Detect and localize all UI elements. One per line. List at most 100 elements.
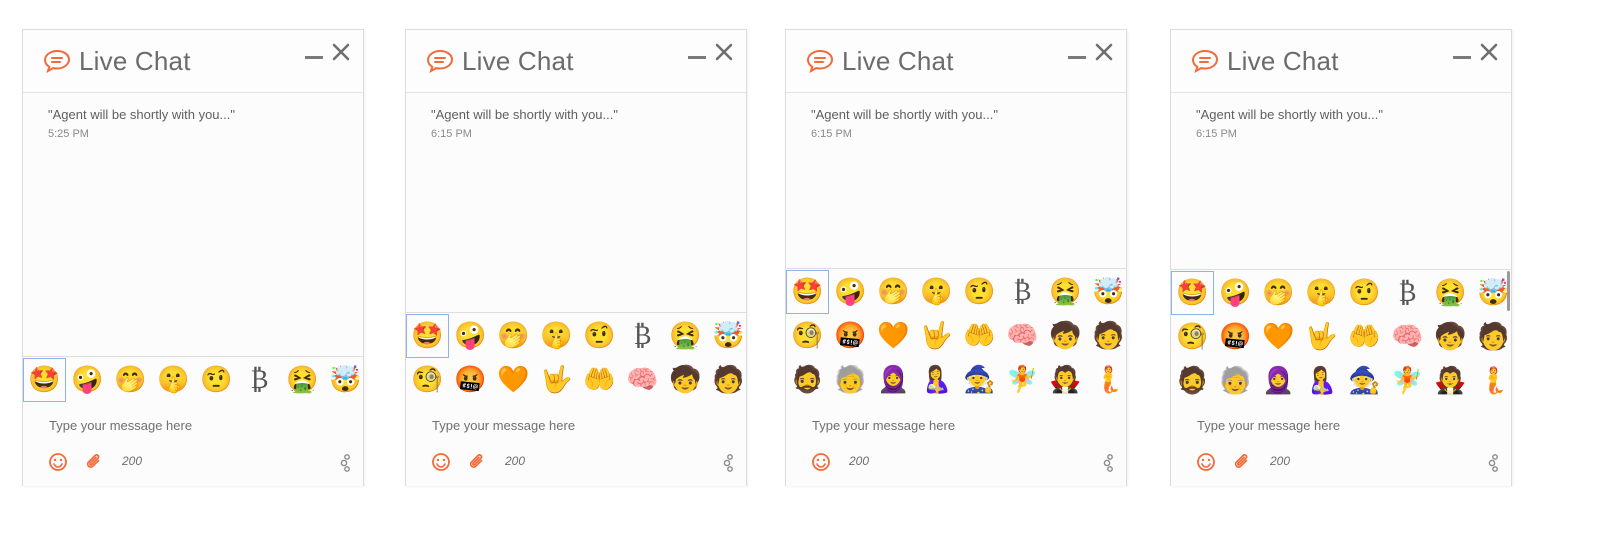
emoji-monocle-face[interactable]: 🧐 (406, 358, 449, 402)
emoji-cursing-face[interactable]: 🤬 (829, 314, 872, 358)
emoji-palms-up[interactable]: 🤲 (1343, 315, 1386, 359)
emoji-child[interactable]: 🧒 (664, 358, 707, 402)
emoji-vomiting-face[interactable]: 🤮 (1044, 270, 1087, 314)
emoji-zany-face[interactable]: 🤪 (449, 314, 492, 358)
minimize-button[interactable] (305, 56, 323, 60)
close-icon[interactable] (331, 42, 351, 62)
emoji-adult[interactable]: 🧑 (1087, 314, 1126, 358)
emoji-brain[interactable]: 🧠 (621, 358, 664, 402)
emoji-monocle-face[interactable]: 🧐 (786, 314, 829, 358)
emoji-shushing-face[interactable]: 🤫 (1300, 271, 1343, 315)
emoji-merperson[interactable]: 🧜 (1472, 359, 1511, 403)
minimize-button[interactable] (1453, 56, 1471, 60)
emoji-bearded-person[interactable]: 🧔 (1171, 359, 1214, 403)
emoji-love-you-gesture[interactable]: 🤟 (915, 314, 958, 358)
emoji-star-struck[interactable]: 🤩 (1171, 271, 1214, 315)
emoji-hand-over-mouth[interactable]: 🤭 (872, 270, 915, 314)
emoji-star-struck[interactable]: 🤩 (23, 358, 66, 402)
emoji-palms-up[interactable]: 🤲 (958, 314, 1001, 358)
emoji-vampire[interactable]: 🧛 (1429, 359, 1472, 403)
minimize-button[interactable] (1068, 56, 1086, 60)
emoji-palms-up[interactable]: 🤲 (578, 358, 621, 402)
emoji-love-you-gesture[interactable]: 🤟 (535, 358, 578, 402)
emoji-love-you-gesture[interactable]: 🤟 (1300, 315, 1343, 359)
emoji-shushing-face[interactable]: 🤫 (152, 358, 195, 402)
emoji-bitcoin[interactable]: ₿ (1386, 271, 1429, 315)
emoji-orange-heart[interactable]: 🧡 (872, 314, 915, 358)
paperclip-icon[interactable] (467, 452, 487, 472)
message-input[interactable] (812, 412, 1092, 438)
emoji-child[interactable]: 🧒 (1429, 315, 1472, 359)
emoji-zany-face[interactable]: 🤪 (1214, 271, 1257, 315)
settings-icon[interactable] (718, 452, 738, 472)
emoji-raised-eyebrow[interactable]: 🤨 (1343, 271, 1386, 315)
message-input[interactable] (49, 412, 329, 438)
emoji-vomiting-face[interactable]: 🤮 (281, 358, 324, 402)
emoji-headscarf[interactable]: 🧕 (1257, 359, 1300, 403)
emoji-fairy[interactable]: 🧚 (1001, 358, 1044, 402)
emoji-star-struck[interactable]: 🤩 (786, 270, 829, 314)
smiley-icon[interactable] (1196, 452, 1216, 472)
emoji-headscarf[interactable]: 🧕 (872, 358, 915, 402)
smiley-icon[interactable] (431, 452, 451, 472)
emoji-zany-face[interactable]: 🤪 (829, 270, 872, 314)
emoji-shushing-face[interactable]: 🤫 (915, 270, 958, 314)
settings-icon[interactable] (335, 452, 355, 472)
emoji-older-adult[interactable]: 🧓 (829, 358, 872, 402)
emoji-older-adult[interactable]: 🧓 (1214, 359, 1257, 403)
emoji-merperson[interactable]: 🧜 (1087, 358, 1126, 402)
emoji-adult[interactable]: 🧑 (707, 358, 746, 402)
paperclip-icon[interactable] (1232, 452, 1252, 472)
emoji-picker: 🤩 🤪 🤭 🤫 🤨 ₿ 🤮 🤯 🧐 🤬 🧡 🤟 🤲 🧠 🧒 🧑 🧔 🧓 🧕 🤱 … (1171, 269, 1511, 406)
close-icon[interactable] (714, 42, 734, 62)
emoji-cursing-face[interactable]: 🤬 (449, 358, 492, 402)
emoji-vomiting-face[interactable]: 🤮 (664, 314, 707, 358)
emoji-raised-eyebrow[interactable]: 🤨 (958, 270, 1001, 314)
emoji-scrollbar[interactable] (1507, 271, 1510, 311)
message-input[interactable] (1197, 412, 1477, 438)
emoji-raised-eyebrow[interactable]: 🤨 (195, 358, 238, 402)
emoji-fairy[interactable]: 🧚 (1386, 359, 1429, 403)
emoji-exploding-head[interactable]: 🤯 (707, 314, 746, 358)
emoji-hand-over-mouth[interactable]: 🤭 (109, 358, 152, 402)
emoji-mage[interactable]: 🧙 (1343, 359, 1386, 403)
widget-title: Live Chat (1227, 46, 1339, 76)
emoji-hand-over-mouth[interactable]: 🤭 (492, 314, 535, 358)
emoji-zany-face[interactable]: 🤪 (66, 358, 109, 402)
emoji-breastfeeding[interactable]: 🤱 (1300, 359, 1343, 403)
close-icon[interactable] (1094, 42, 1114, 62)
emoji-adult[interactable]: 🧑 (1472, 315, 1511, 359)
close-icon[interactable] (1479, 42, 1499, 62)
emoji-bitcoin[interactable]: ₿ (621, 314, 664, 358)
emoji-breastfeeding[interactable]: 🤱 (915, 358, 958, 402)
emoji-exploding-head[interactable]: 🤯 (324, 358, 363, 402)
emoji-bitcoin[interactable]: ₿ (1001, 270, 1044, 314)
emoji-child[interactable]: 🧒 (1044, 314, 1087, 358)
emoji-exploding-head[interactable]: 🤯 (1472, 271, 1511, 315)
emoji-vampire[interactable]: 🧛 (1044, 358, 1087, 402)
paperclip-icon[interactable] (84, 452, 104, 472)
emoji-cursing-face[interactable]: 🤬 (1214, 315, 1257, 359)
emoji-brain[interactable]: 🧠 (1001, 314, 1044, 358)
smiley-icon[interactable] (48, 452, 68, 472)
emoji-star-struck[interactable]: 🤩 (406, 314, 449, 358)
emoji-brain[interactable]: 🧠 (1386, 315, 1429, 359)
emoji-monocle-face[interactable]: 🧐 (1171, 315, 1214, 359)
agent-message: "Agent will be shortly with you..." (48, 107, 235, 122)
minimize-button[interactable] (688, 56, 706, 60)
emoji-exploding-head[interactable]: 🤯 (1087, 270, 1126, 314)
settings-icon[interactable] (1098, 452, 1118, 472)
message-input[interactable] (432, 412, 712, 438)
emoji-bitcoin[interactable]: ₿ (238, 358, 281, 402)
emoji-bearded-person[interactable]: 🧔 (786, 358, 829, 402)
emoji-mage[interactable]: 🧙 (958, 358, 1001, 402)
settings-icon[interactable] (1483, 452, 1503, 472)
emoji-vomiting-face[interactable]: 🤮 (1429, 271, 1472, 315)
emoji-hand-over-mouth[interactable]: 🤭 (1257, 271, 1300, 315)
emoji-shushing-face[interactable]: 🤫 (535, 314, 578, 358)
emoji-orange-heart[interactable]: 🧡 (1257, 315, 1300, 359)
emoji-raised-eyebrow[interactable]: 🤨 (578, 314, 621, 358)
message-composer: 200 (23, 402, 363, 486)
emoji-orange-heart[interactable]: 🧡 (492, 358, 535, 402)
smiley-icon[interactable] (811, 452, 831, 472)
